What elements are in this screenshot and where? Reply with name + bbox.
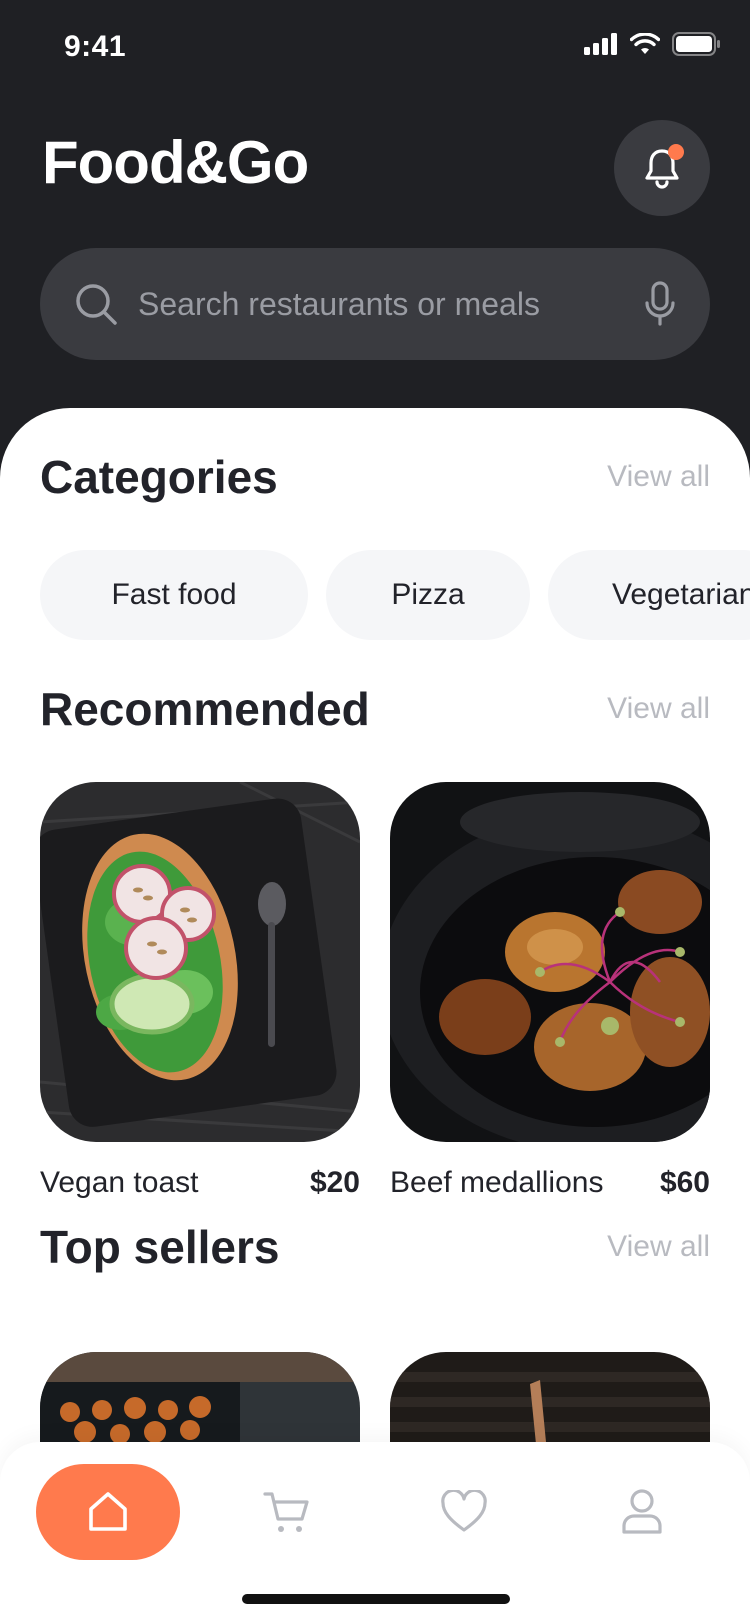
recommended-card-vegan-toast[interactable]: Vegan toast $20 xyxy=(40,782,360,1200)
signal-icon xyxy=(584,33,617,55)
tab-home[interactable] xyxy=(36,1464,180,1560)
recommended-card-beef-medallions[interactable]: Beef medallions $60 xyxy=(390,782,710,1200)
category-chip-pizza[interactable]: Pizza xyxy=(326,550,530,640)
home-indicator xyxy=(242,1594,510,1604)
item-name: Vegan toast xyxy=(40,1166,199,1199)
item-price: $60 xyxy=(659,1166,710,1199)
notification-badge xyxy=(668,144,684,160)
home-icon xyxy=(89,1492,127,1531)
cart-icon xyxy=(263,1492,309,1532)
vegan-toast-image xyxy=(40,782,360,1142)
notifications-button[interactable] xyxy=(614,120,710,216)
item-name: Beef medallions xyxy=(390,1166,604,1199)
vegan-toast-meta: Vegan toast $20 xyxy=(40,1166,360,1200)
search-icon xyxy=(76,284,117,325)
bottom-tab-bar xyxy=(0,1442,750,1624)
status-time: 9:41 xyxy=(64,30,127,63)
beef-medallions-meta: Beef medallions $60 xyxy=(390,1166,710,1200)
top-sellers-view-all-link[interactable]: View all xyxy=(607,1230,710,1264)
categories-view-all-link[interactable]: View all xyxy=(607,460,710,494)
battery-icon xyxy=(672,32,720,56)
categories-title: Categories xyxy=(40,451,278,503)
top-sellers-title: Top sellers xyxy=(40,1221,280,1273)
search-input[interactable] xyxy=(138,285,644,323)
category-chip-vegetarian[interactable]: Vegetarian xyxy=(548,550,750,640)
heart-icon xyxy=(441,1490,487,1532)
category-chips: Fast food Pizza Vegetarian xyxy=(40,550,750,640)
category-chip-fast-food[interactable]: Fast food xyxy=(40,550,308,640)
profile-icon xyxy=(622,1489,662,1534)
tab-cart[interactable] xyxy=(214,1464,358,1560)
wifi-icon xyxy=(630,33,660,54)
beef-medallions-image xyxy=(390,782,710,1142)
status-bar: 9:41 xyxy=(0,0,750,96)
tab-favorites[interactable] xyxy=(392,1464,536,1560)
microphone-icon[interactable] xyxy=(644,281,676,327)
search-bar[interactable] xyxy=(40,248,710,360)
item-price: $20 xyxy=(309,1166,360,1199)
recommended-view-all-link[interactable]: View all xyxy=(607,692,710,726)
tab-profile[interactable] xyxy=(570,1464,714,1560)
status-icons xyxy=(584,32,720,56)
app-title: Food&Go xyxy=(42,129,309,196)
recommended-title: Recommended xyxy=(40,683,370,735)
